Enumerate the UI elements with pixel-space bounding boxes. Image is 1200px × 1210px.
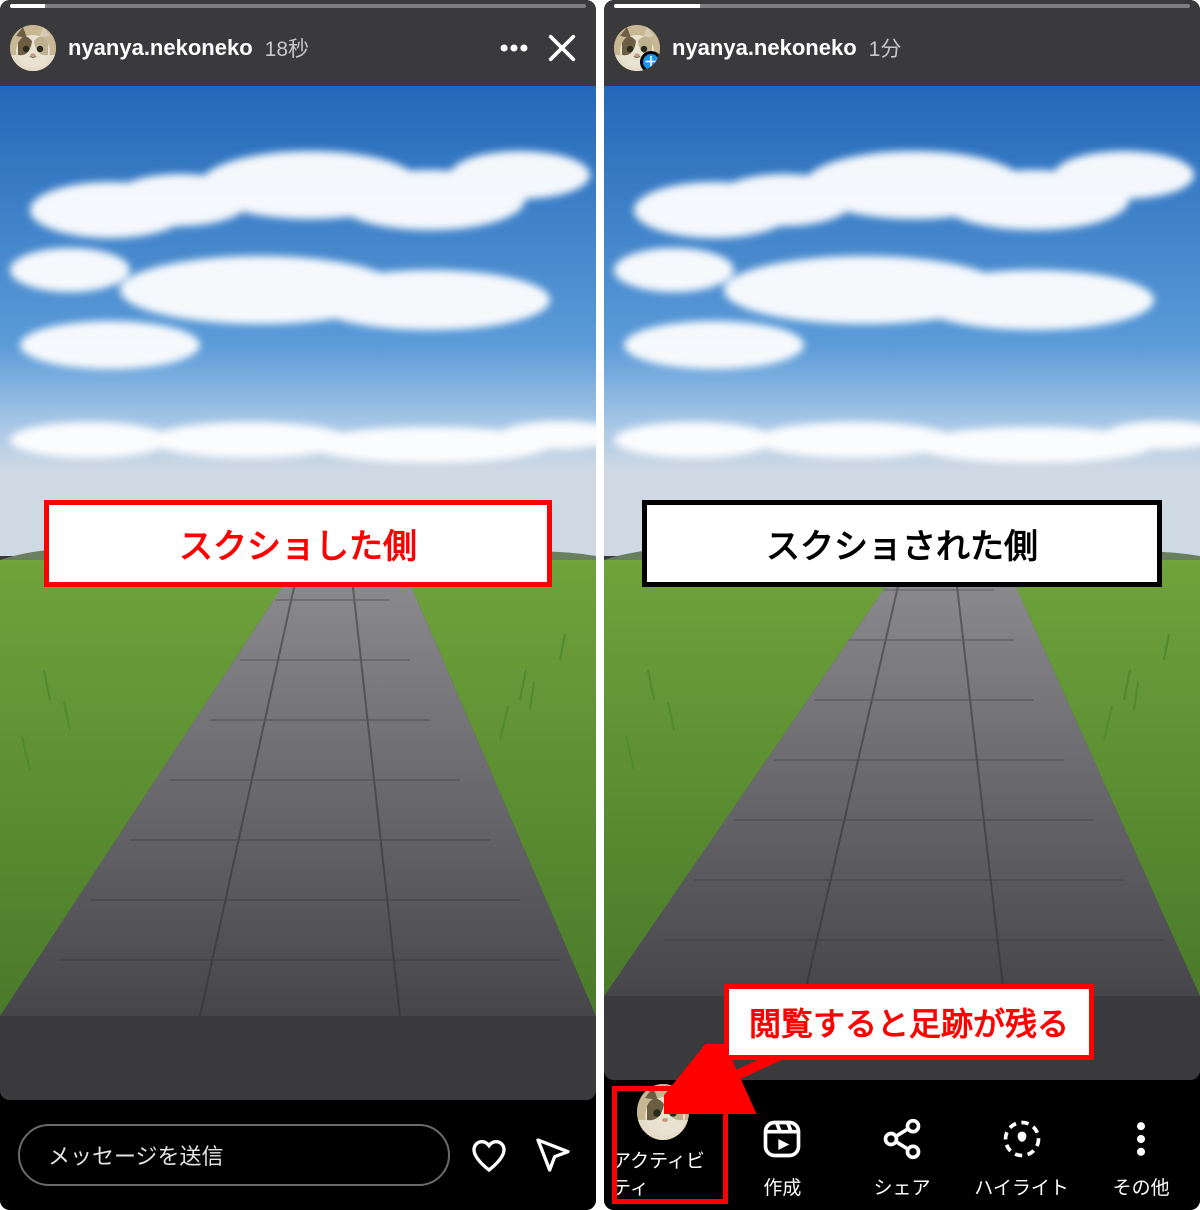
highlight-icon (996, 1113, 1048, 1165)
send-button[interactable] (528, 1130, 578, 1180)
highlight-button[interactable]: ハイライト (971, 1113, 1073, 1200)
annotation-viewer-side: スクショした側 (44, 500, 552, 587)
poster-username[interactable]: nyanya.nekoneko (68, 35, 253, 61)
story-progress-fill-right (614, 4, 700, 8)
story-progress-bar (614, 4, 1190, 8)
story-time-label: 1分 (869, 33, 902, 63)
annotation-footprint: 閲覧すると足跡が残る (724, 984, 1094, 1060)
story-header-left: nyanya.nekoneko 18秒 (10, 16, 586, 80)
story-header-right: ＋ nyanya.nekoneko 1分 (614, 16, 1190, 80)
add-story-badge[interactable]: ＋ (640, 51, 660, 71)
story-owner-screen: ＋ nyanya.nekoneko 1分 スクショされた側 閲覧すると足跡が残る… (604, 0, 1200, 1210)
share-icon (876, 1113, 928, 1165)
more-vertical-icon (1115, 1113, 1167, 1165)
share-label: シェア (873, 1173, 930, 1200)
reply-placeholder: メッセージを送信 (48, 1139, 224, 1171)
story-viewer-screen: nyanya.nekoneko 18秒 スクショした側 メッセージを送信 (0, 0, 596, 1210)
poster-username[interactable]: nyanya.nekoneko (672, 35, 857, 61)
more-options-button[interactable] (490, 24, 538, 72)
story-reply-bar: メッセージを送信 (0, 1100, 596, 1210)
story-progress-fill-left (10, 4, 45, 8)
close-button[interactable] (538, 24, 586, 72)
story-time-label: 18秒 (265, 33, 309, 63)
poster-avatar[interactable] (10, 25, 56, 71)
create-label: 作成 (763, 1173, 801, 1200)
story-progress-bar (10, 4, 586, 8)
story-reply-input[interactable]: メッセージを送信 (18, 1124, 450, 1186)
share-button[interactable]: シェア (851, 1113, 953, 1200)
more-label: その他 (1113, 1173, 1170, 1200)
poster-avatar[interactable]: ＋ (614, 25, 660, 71)
more-button[interactable]: その他 (1090, 1113, 1192, 1200)
create-button[interactable]: 作成 (732, 1113, 834, 1200)
annotation-owner-side: スクショされた側 (642, 500, 1162, 587)
reels-icon (756, 1113, 808, 1165)
like-button[interactable] (464, 1130, 514, 1180)
highlight-label: ハイライト (974, 1173, 1069, 1200)
